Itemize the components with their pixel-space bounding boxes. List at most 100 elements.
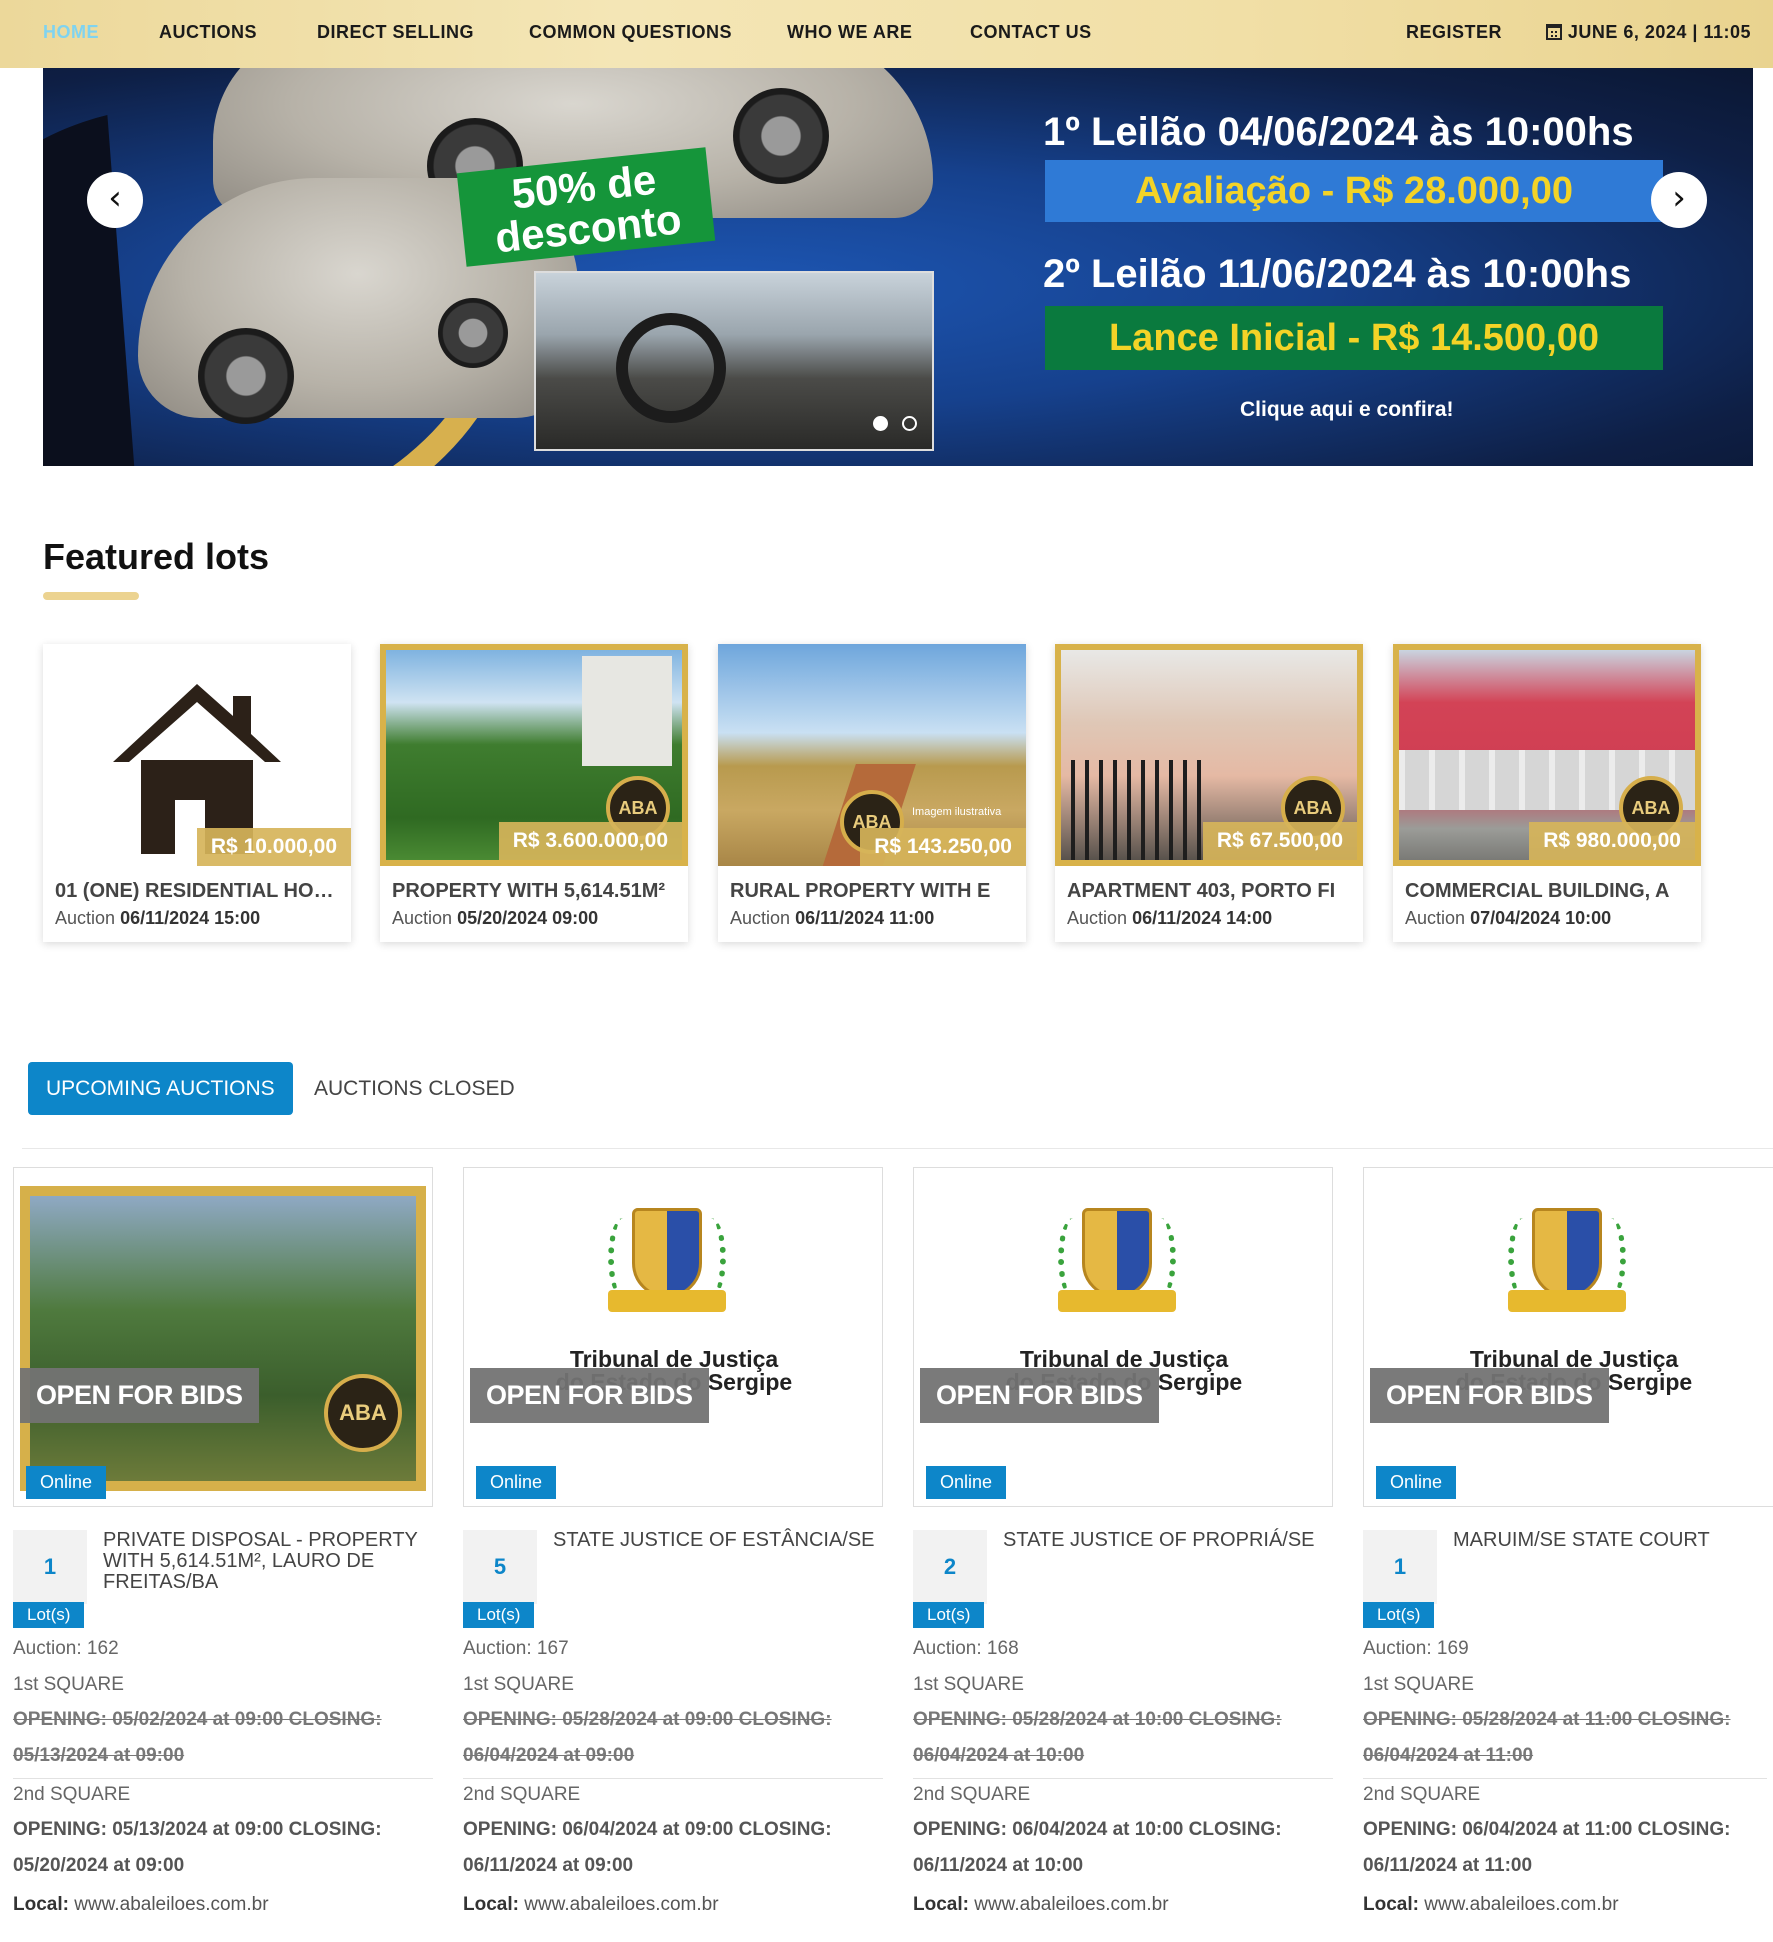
tab-upcoming-auctions[interactable]: UPCOMING AUCTIONS — [28, 1062, 293, 1115]
second-square-dates: OPENING: 06/04/2024 at 10:00 CLOSING: 06… — [913, 1819, 1282, 1876]
lot-price: R$ 980.000,00 — [1529, 822, 1695, 860]
aba-logo: ABA — [324, 1374, 402, 1452]
featured-lot-card[interactable]: ABA R$ 980.000,00 COMMERCIAL BUILDING, A… — [1393, 644, 1701, 942]
lot-count-label: Lot(s) — [913, 1602, 985, 1628]
status-badge: OPEN FOR BIDS — [20, 1368, 259, 1423]
carousel-indicators — [873, 416, 931, 436]
lot-price: R$ 143.250,00 — [860, 828, 1026, 866]
lot-count-label: Lot(s) — [1363, 1602, 1435, 1628]
mode-badge: Online — [476, 1466, 557, 1499]
featured-lot-card[interactable]: R$ 10.000,00 01 (ONE) RESIDENTIAL HOUSE … — [43, 644, 351, 942]
lot-date: Auction 06/11/2024 14:00 — [1067, 908, 1273, 928]
lot-image: ABA Imagem ilustrativa R$ 143.250,00 — [718, 644, 1026, 866]
mode-badge: Online — [1376, 1466, 1457, 1499]
auction-image: ABA — [20, 1186, 426, 1491]
court-crest-icon — [1052, 1198, 1182, 1328]
first-square-dates: OPENING: 05/02/2024 at 09:00 CLOSING: 05… — [13, 1709, 382, 1766]
second-square-dates: OPENING: 06/04/2024 at 09:00 CLOSING: 06… — [463, 1819, 832, 1876]
banner-initial-bid: Lance Inicial - R$ 14.500,00 — [1045, 306, 1663, 370]
auction-card[interactable]: Tribunal de Justiça do Estado do Sergipe… — [1363, 1167, 1773, 1507]
chevron-left-icon: ‹ — [108, 178, 122, 218]
lot-title[interactable]: COMMERCIAL BUILDING, A — [1405, 880, 1695, 903]
second-square: 2nd SQUARE — [13, 1784, 131, 1805]
lot-title[interactable]: PROPERTY WITH 5,614.51M² — [392, 880, 682, 903]
auction-local: Local: www.abaleiloes.com.br — [1363, 1894, 1619, 1915]
tab-divider — [22, 1148, 1773, 1149]
auction-number: Auction: 168 — [913, 1638, 1019, 1659]
court-crest-icon — [602, 1198, 732, 1328]
lot-count: 1 — [13, 1530, 87, 1604]
carousel-next-button[interactable]: › — [1651, 172, 1707, 228]
auction-name[interactable]: STATE JUSTICE OF ESTÂNCIA/SE — [553, 1530, 893, 1551]
court-crest-icon — [1502, 1198, 1632, 1328]
nav-contact-us[interactable]: CONTACT US — [970, 22, 1092, 43]
featured-lot-card[interactable]: ABA R$ 3.600.000,00 PROPERTY WITH 5,614.… — [380, 644, 688, 942]
lot-price: R$ 10.000,00 — [196, 828, 351, 866]
nav-register[interactable]: REGISTER — [1406, 22, 1502, 43]
lot-title[interactable]: APARTMENT 403, PORTO FI — [1067, 880, 1357, 903]
auction-local: Local: www.abaleiloes.com.br — [463, 1894, 719, 1915]
banner-second-auction: 2º Leilão 11/06/2024 às 10:00hs — [1043, 252, 1632, 296]
lot-date: Auction 05/20/2024 09:00 — [392, 908, 599, 928]
auction-card[interactable]: Tribunal de Justiça do Estado do Sergipe… — [463, 1167, 883, 1507]
calendar-icon — [1545, 24, 1562, 40]
featured-lots-title: Featured lots — [43, 536, 270, 577]
nav-direct-selling[interactable]: DIRECT SELLING — [317, 22, 474, 43]
mode-badge: Online — [926, 1466, 1007, 1499]
lot-price: R$ 3.600.000,00 — [498, 822, 682, 860]
title-underline — [43, 592, 139, 600]
second-square-dates: OPENING: 05/13/2024 at 09:00 CLOSING: 05… — [13, 1819, 382, 1876]
status-badge: OPEN FOR BIDS — [470, 1368, 709, 1423]
tab-auctions-closed[interactable]: AUCTIONS CLOSED — [296, 1062, 533, 1115]
featured-lot-card[interactable]: ABA Imagem ilustrativa R$ 143.250,00 RUR… — [718, 644, 1026, 942]
lot-date: Auction 06/11/2024 15:00 — [55, 908, 261, 928]
auction-name[interactable]: PRIVATE DISPOSAL - PROPERTY WITH 5,614.5… — [103, 1530, 443, 1593]
top-navbar: HOME AUCTIONS DIRECT SELLING COMMON QUES… — [0, 0, 1773, 68]
lot-image: R$ 10.000,00 — [43, 644, 351, 866]
lot-count: 2 — [913, 1530, 987, 1604]
banner-valuation: Avaliação - R$ 28.000,00 — [1045, 160, 1663, 222]
banner-cta[interactable]: Clique aqui e confira! — [1240, 398, 1454, 422]
nav-auctions[interactable]: AUCTIONS — [159, 22, 257, 43]
lot-title[interactable]: RURAL PROPERTY WITH E — [730, 880, 1020, 903]
first-square-dates: OPENING: 05/28/2024 at 11:00 CLOSING: 06… — [1363, 1709, 1731, 1766]
lot-count-label: Lot(s) — [13, 1602, 85, 1628]
hero-carousel[interactable]: 50% de desconto 1º Leilão 04/06/2024 às … — [43, 68, 1753, 466]
lot-image: ABA R$ 67.500,00 — [1055, 644, 1363, 866]
auction-number: Auction: 167 — [463, 1638, 569, 1659]
auction-local: Local: www.abaleiloes.com.br — [913, 1894, 1169, 1915]
second-square: 2nd SQUARE — [1363, 1784, 1481, 1805]
lot-image: ABA R$ 3.600.000,00 — [380, 644, 688, 866]
featured-lot-card[interactable]: ABA R$ 67.500,00 APARTMENT 403, PORTO FI… — [1055, 644, 1363, 942]
nav-common-questions[interactable]: COMMON QUESTIONS — [529, 22, 732, 43]
second-square: 2nd SQUARE — [913, 1784, 1031, 1805]
status-badge: OPEN FOR BIDS — [920, 1368, 1159, 1423]
carousel-dot[interactable] — [902, 416, 917, 431]
lot-title[interactable]: 01 (ONE) RESIDENTIAL HOUSE — [55, 880, 345, 903]
auction-card[interactable]: ABA OPEN FOR BIDS Online — [13, 1167, 433, 1507]
current-datetime: JUNE 6, 2024 | 11:05 — [1545, 22, 1751, 43]
lot-count: 5 — [463, 1530, 537, 1604]
lot-price: R$ 67.500,00 — [1202, 822, 1357, 860]
first-square: 1st SQUARE — [1363, 1674, 1474, 1695]
auction-card[interactable]: Tribunal de Justiça do Estado do Sergipe… — [913, 1167, 1333, 1507]
first-square: 1st SQUARE — [463, 1674, 574, 1695]
first-square: 1st SQUARE — [913, 1674, 1024, 1695]
datetime-text: JUNE 6, 2024 | 11:05 — [1567, 22, 1751, 42]
nav-home[interactable]: HOME — [43, 22, 99, 43]
auction-name[interactable]: MARUIM/SE STATE COURT — [1453, 1530, 1769, 1551]
auction-name[interactable]: STATE JUSTICE OF PROPRIÁ/SE — [1003, 1530, 1343, 1551]
status-badge: OPEN FOR BIDS — [1370, 1368, 1609, 1423]
auction-local: Local: www.abaleiloes.com.br — [13, 1894, 269, 1915]
second-square-dates: OPENING: 06/04/2024 at 11:00 CLOSING: 06… — [1363, 1819, 1731, 1876]
second-square: 2nd SQUARE — [463, 1784, 581, 1805]
lot-count-label: Lot(s) — [463, 1602, 535, 1628]
image-caption: Imagem ilustrativa — [912, 806, 1002, 818]
nav-who-we-are[interactable]: WHO WE ARE — [787, 22, 912, 43]
banner-first-auction: 1º Leilão 04/06/2024 às 10:00hs — [1043, 110, 1634, 154]
auction-number: Auction: 169 — [1363, 1638, 1469, 1659]
carousel-dot[interactable] — [873, 416, 888, 431]
lot-date: Auction 06/11/2024 11:00 — [730, 908, 935, 928]
first-square: 1st SQUARE — [13, 1674, 124, 1695]
carousel-prev-button[interactable]: ‹ — [87, 172, 143, 228]
